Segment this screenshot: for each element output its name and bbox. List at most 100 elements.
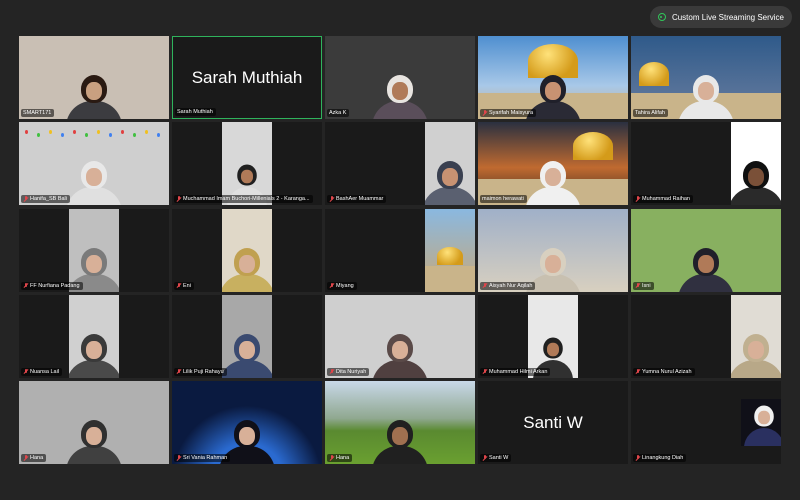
- dome-of-the-rock-background: [528, 44, 578, 78]
- participant-tile[interactable]: Sri Vania Rahman: [172, 381, 322, 464]
- participant-name-tag: Muhammad Hilmi Arkan: [480, 367, 551, 376]
- participant-name-tag: Tahira Alifah: [633, 109, 668, 117]
- video-feed: [425, 122, 475, 206]
- participant-name-tag: Hana: [327, 454, 353, 462]
- microphone-muted-icon: [176, 455, 181, 461]
- microphone-muted-icon: [23, 368, 28, 375]
- participant-name: Sri Vania Rahman: [183, 455, 228, 461]
- participant-tile[interactable]: SMART171: [19, 36, 169, 119]
- participant-tile[interactable]: FF Nurfiana Padang: [19, 208, 169, 292]
- video-feed: [19, 122, 169, 206]
- participant-name: Hana: [336, 455, 350, 461]
- participant-silhouette: [525, 161, 581, 206]
- participant-name: Muhammad Hilmi Arkan: [489, 368, 548, 375]
- participant-tile[interactable]: Hanifa_SB Bali: [19, 122, 169, 206]
- video-feed: [741, 399, 781, 446]
- participant-tile[interactable]: Aisyah Nur Aqilah: [478, 208, 628, 292]
- participant-tile[interactable]: Isni: [631, 208, 781, 292]
- participant-tile[interactable]: Miyang: [325, 208, 475, 292]
- participant-name-tag: Azka K: [327, 109, 350, 117]
- participant-name: SMART171: [23, 110, 52, 116]
- participant-tile[interactable]: BashAer Muammar: [325, 122, 475, 206]
- participant-name: FF Nurfiana Padang: [30, 282, 80, 289]
- video-feed: [222, 294, 272, 378]
- participant-name-tag: Miyang: [327, 281, 357, 290]
- participant-silhouette: [744, 402, 781, 446]
- participant-tile[interactable]: Hana: [325, 381, 475, 464]
- participant-tile[interactable]: maimon herawati: [478, 122, 628, 206]
- participant-tile[interactable]: Sarah Muthiah Sarah Muthiah: [172, 36, 322, 119]
- participant-name-tag: SMART171: [21, 109, 55, 117]
- participant-name-tag: FF Nurfiana Padang: [21, 281, 83, 290]
- participant-tile[interactable]: Yumna Nurul Azizah: [631, 294, 781, 378]
- participant-name: Nuansa Lail: [30, 368, 60, 375]
- participant-silhouette: [222, 247, 272, 292]
- participant-name: Yumna Nurul Azizah: [642, 368, 692, 375]
- participant-name: Sarah Muthiah: [177, 109, 213, 115]
- microphone-muted-icon: [176, 368, 181, 375]
- video-feed: [172, 381, 322, 464]
- participant-name-tag: Syarifah Maisyura: [480, 109, 537, 117]
- participant-name: Hanifa_SB Bali: [30, 196, 67, 203]
- participant-tile[interactable]: Santi W Santi W: [478, 381, 628, 464]
- participant-name: Lilik Puji Rahayu: [183, 368, 224, 375]
- participant-gallery: SMART171 Sarah Muthiah Sarah Muthiah Azka K…: [19, 36, 781, 464]
- participant-name: Muchammad Imam Buchori-Millenials 2 - Ka…: [183, 196, 310, 203]
- participant-tile[interactable]: Azka K: [325, 36, 475, 119]
- participant-name: Santi W: [489, 455, 509, 461]
- participant-tile[interactable]: Syarifah Maisyura: [478, 36, 628, 119]
- live-streaming-badge[interactable]: Custom Live Streaming Service: [649, 6, 792, 28]
- microphone-muted-icon: [176, 196, 181, 202]
- participant-silhouette: [66, 420, 122, 464]
- participant-tile[interactable]: Linangkung Diah: [631, 381, 781, 464]
- participant-silhouette: [222, 333, 272, 378]
- dome-of-the-rock-background: [639, 62, 669, 86]
- participant-name-tag: Nuansa Lail: [21, 367, 63, 376]
- participant-tile[interactable]: Dita Nuriyah: [325, 294, 475, 378]
- participant-name-tag: Dita Nuriyah: [327, 367, 370, 376]
- participant-name: Muhammad Raihan: [642, 196, 690, 203]
- video-feed: [325, 381, 475, 464]
- participant-silhouette: [425, 161, 475, 206]
- microphone-muted-icon: [635, 368, 640, 375]
- participant-name: Isni: [642, 282, 651, 289]
- live-broadcast-icon: [657, 13, 666, 21]
- video-feed: [19, 36, 169, 119]
- participant-silhouette: [678, 247, 734, 292]
- video-feed: [528, 294, 578, 378]
- participant-name: Syarifah Maisyura: [489, 110, 534, 116]
- microphone-muted-icon: [23, 282, 28, 289]
- participant-name-tag: Muhammad Raihan: [633, 195, 693, 204]
- participant-name: Hana: [30, 455, 44, 461]
- participant-tile[interactable]: Nuansa Lail: [19, 294, 169, 378]
- microphone-muted-icon: [482, 110, 487, 116]
- participant-tile[interactable]: Muhammad Hilmi Arkan: [478, 294, 628, 378]
- participant-name-tag: Hana: [21, 454, 47, 462]
- participant-tile[interactable]: Muchammad Imam Buchori-Millenials 2 - Ka…: [172, 122, 322, 206]
- participant-tile[interactable]: Hana: [19, 381, 169, 464]
- participant-name: maimon herawati: [482, 196, 524, 203]
- microphone-muted-icon: [482, 282, 487, 289]
- participant-silhouette: [372, 420, 428, 464]
- microphone-muted-icon: [329, 282, 334, 289]
- microphone-muted-icon: [482, 455, 487, 461]
- microphone-muted-icon: [23, 196, 28, 202]
- dome-of-the-rock-background: [437, 246, 463, 265]
- microphone-muted-icon: [482, 368, 487, 375]
- microphone-muted-icon: [635, 282, 640, 289]
- participant-name: Miyang: [336, 282, 354, 289]
- participant-name-tag: Isni: [633, 281, 654, 290]
- participant-name: Azka K: [329, 110, 347, 116]
- participant-name-tag: Eni: [174, 281, 194, 290]
- participant-tile[interactable]: Lilik Puji Rahayu: [172, 294, 322, 378]
- participant-tile[interactable]: Eni: [172, 208, 322, 292]
- participant-name: BashAer Muammar: [336, 196, 384, 203]
- video-feed: [19, 381, 169, 464]
- participant-name: Tahira Alifah: [635, 110, 665, 116]
- participant-tile[interactable]: Muhammad Raihan: [631, 122, 781, 206]
- video-feed: [69, 294, 119, 378]
- video-feed: [478, 122, 628, 206]
- participant-name: Eni: [183, 282, 191, 289]
- participant-silhouette: [66, 161, 122, 206]
- participant-tile[interactable]: Tahira Alifah: [631, 36, 781, 119]
